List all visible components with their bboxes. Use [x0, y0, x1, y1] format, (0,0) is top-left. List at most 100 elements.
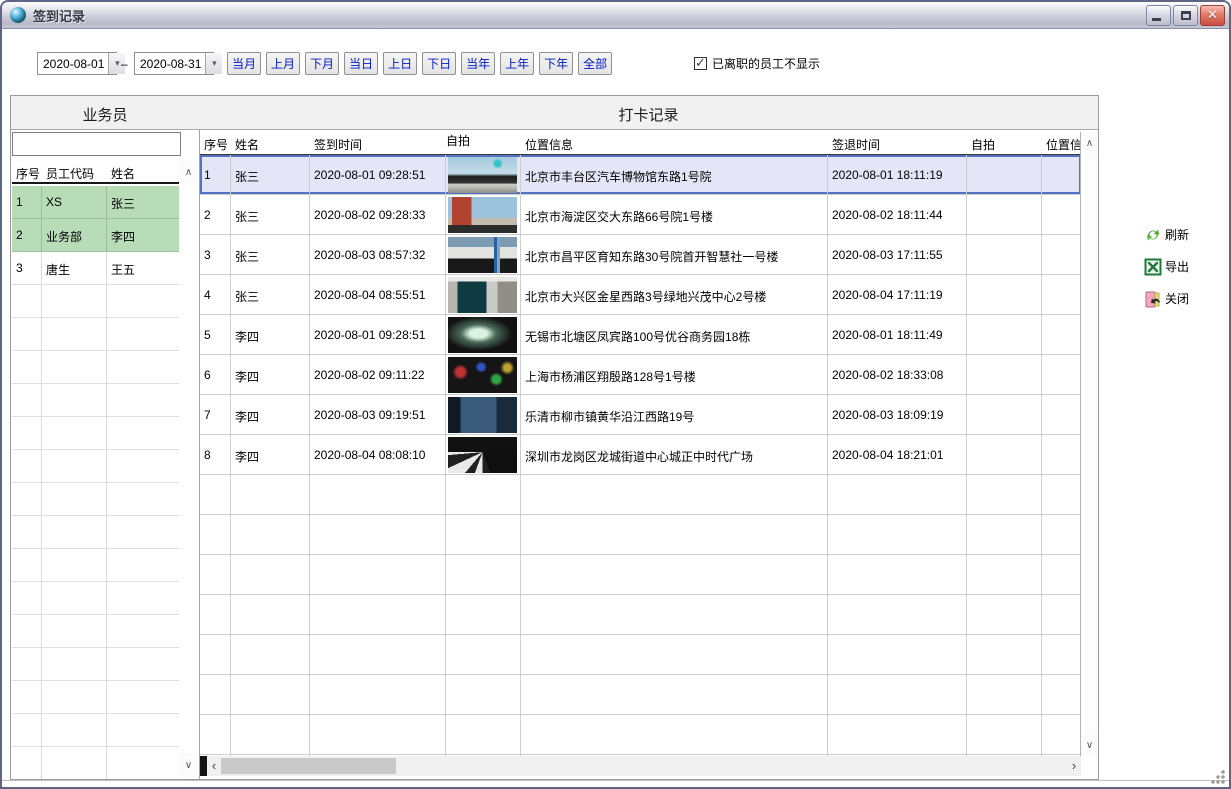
record-row[interactable]: 6 李四 2020-08-02 09:11:22 上海市杨浦区翔殷路128号1号…	[200, 355, 1081, 395]
salesperson-row[interactable]: 1 XS 张三	[12, 186, 179, 219]
close-form-button[interactable]: 关闭	[1144, 288, 1224, 309]
cell-selfie-out	[967, 195, 1042, 234]
cell-no	[12, 549, 42, 581]
minimize-button[interactable]	[1146, 5, 1171, 26]
column-header-selfie: 自拍	[446, 132, 521, 154]
cell-selfie	[446, 435, 521, 474]
cell-no	[12, 681, 42, 713]
date-to-dropdown-button[interactable]: ▾	[205, 53, 222, 74]
cell-no: 6	[200, 355, 231, 394]
cell-selfie	[446, 515, 521, 554]
cell-selfie	[446, 395, 521, 434]
salesperson-row	[12, 648, 179, 681]
vertical-scrollbar[interactable]: ∧ ∨	[1080, 132, 1098, 756]
cell-name: 李四	[231, 315, 310, 354]
record-row[interactable]: 7 李四 2020-08-03 09:19:51 乐清市柳市镇黄华沿江西路19号…	[200, 395, 1081, 435]
checkin-selfie-photo[interactable]	[448, 237, 517, 273]
range-button[interactable]: 上年	[500, 52, 534, 75]
cell-no	[200, 515, 231, 554]
record-row[interactable]: 4 张三 2020-08-04 08:55:51 北京市大兴区金星西路3号绿地兴…	[200, 275, 1081, 315]
range-button[interactable]: 当月	[227, 52, 261, 75]
salesperson-row	[12, 417, 179, 450]
cell-no	[200, 715, 231, 754]
scroll-left-icon[interactable]: ‹	[207, 756, 221, 776]
cell-name: 张三	[231, 195, 310, 234]
cell-name	[231, 595, 310, 634]
hide-resigned-checkbox[interactable]	[694, 57, 707, 70]
checkin-selfie-photo[interactable]	[448, 357, 517, 393]
cell-no	[12, 285, 42, 317]
range-button[interactable]: 当日	[344, 52, 378, 75]
close-button[interactable]: ✕	[1200, 5, 1225, 26]
maximize-button[interactable]	[1173, 5, 1198, 26]
checkin-selfie-photo[interactable]	[448, 277, 517, 313]
record-row[interactable]: 8 李四 2020-08-04 08:08:10 深圳市龙岗区龙城街道中心城正中…	[200, 435, 1081, 475]
checkin-selfie-photo[interactable]	[448, 317, 517, 353]
refresh-button[interactable]: 刷新	[1144, 224, 1224, 245]
checkin-selfie-photo[interactable]	[448, 437, 517, 473]
date-to-combo[interactable]: 2020-08-31 ▾	[134, 52, 214, 75]
salesperson-row	[12, 549, 179, 582]
titlebar[interactable]: 签到记录 ✕	[2, 2, 1229, 29]
salesperson-row	[12, 285, 179, 318]
checkin-selfie-photo[interactable]	[448, 197, 517, 233]
cell-selfie-out	[967, 595, 1042, 634]
range-button[interactable]: 当年	[461, 52, 495, 75]
cell-selfie-out	[967, 515, 1042, 554]
record-row[interactable]: 3 张三 2020-08-03 08:57:32 北京市昌平区育知东路30号院首…	[200, 235, 1081, 275]
scroll-down-icon[interactable]: ∨	[1081, 734, 1098, 756]
date-from-combo[interactable]: 2020-08-01 ▾	[37, 52, 117, 75]
cell-checkout-time: 2020-08-01 18:11:49	[828, 315, 967, 354]
scroll-up-icon[interactable]: ∧	[1081, 132, 1098, 154]
cell-no	[12, 483, 42, 515]
cell-name	[107, 747, 179, 779]
cell-selfie-out	[967, 235, 1042, 274]
salesperson-row[interactable]: 2 业务部 李四	[12, 219, 179, 252]
record-row[interactable]: 2 张三 2020-08-02 09:28:33 北京市海淀区交大东路66号院1…	[200, 195, 1081, 235]
cell-code: 业务部	[42, 219, 107, 251]
horizontal-scrollbar[interactable]: ‹ ›	[200, 756, 1081, 776]
scroll-up-icon[interactable]: ∧	[179, 160, 198, 184]
export-excel-icon	[1144, 258, 1162, 276]
cell-name	[231, 715, 310, 754]
range-button[interactable]: 全部	[578, 52, 612, 75]
range-button[interactable]: 上日	[383, 52, 417, 75]
export-button[interactable]: 导出	[1144, 256, 1224, 277]
date-to-value: 2020-08-31	[135, 53, 205, 74]
cell-location-out	[1042, 475, 1081, 514]
cell-checkin-time	[310, 675, 446, 714]
cell-checkout-time	[828, 555, 967, 594]
records-rows: 1 张三 2020-08-01 09:28:51 北京市丰台区汽车博物馆东路1号…	[200, 155, 1081, 758]
salesperson-row[interactable]: 3 唐生 王五	[12, 252, 179, 285]
cell-name	[107, 681, 179, 713]
cell-location: 乐清市柳市镇黄华沿江西路19号	[521, 395, 828, 434]
scrollbar-split-handle[interactable]	[200, 756, 207, 776]
cell-selfie	[446, 315, 521, 354]
column-header-location-out: 位置信息	[1042, 132, 1081, 154]
horizontal-scrollbar-thumb[interactable]	[221, 758, 396, 774]
range-button[interactable]: 下年	[539, 52, 573, 75]
scroll-right-icon[interactable]: ›	[1067, 756, 1081, 776]
cell-code: 唐生	[42, 252, 107, 284]
cell-checkout-time: 2020-08-01 18:11:19	[828, 155, 967, 194]
range-button[interactable]: 上月	[266, 52, 300, 75]
resize-grip[interactable]	[1211, 770, 1225, 784]
cell-name	[107, 285, 179, 317]
range-button[interactable]: 下月	[305, 52, 339, 75]
cell-no: 2	[200, 195, 231, 234]
cell-name	[231, 635, 310, 674]
column-header-checkin-time: 签到时间	[310, 132, 446, 154]
checkin-selfie-photo[interactable]	[448, 157, 517, 193]
salesperson-row	[12, 516, 179, 549]
cell-selfie-out	[967, 275, 1042, 314]
record-row[interactable]: 1 张三 2020-08-01 09:28:51 北京市丰台区汽车博物馆东路1号…	[200, 155, 1081, 195]
column-header-selfie-out: 自拍	[967, 132, 1042, 154]
range-button[interactable]: 下日	[422, 52, 456, 75]
cell-name	[107, 318, 179, 350]
scroll-down-icon[interactable]: ∨	[179, 753, 198, 777]
checkin-selfie-photo[interactable]	[448, 397, 517, 433]
salesperson-row	[12, 714, 179, 747]
salesperson-filter-input[interactable]	[12, 132, 181, 156]
record-row[interactable]: 5 李四 2020-08-01 09:28:51 无锡市北塘区凤宾路100号优谷…	[200, 315, 1081, 355]
cell-code	[42, 483, 107, 515]
